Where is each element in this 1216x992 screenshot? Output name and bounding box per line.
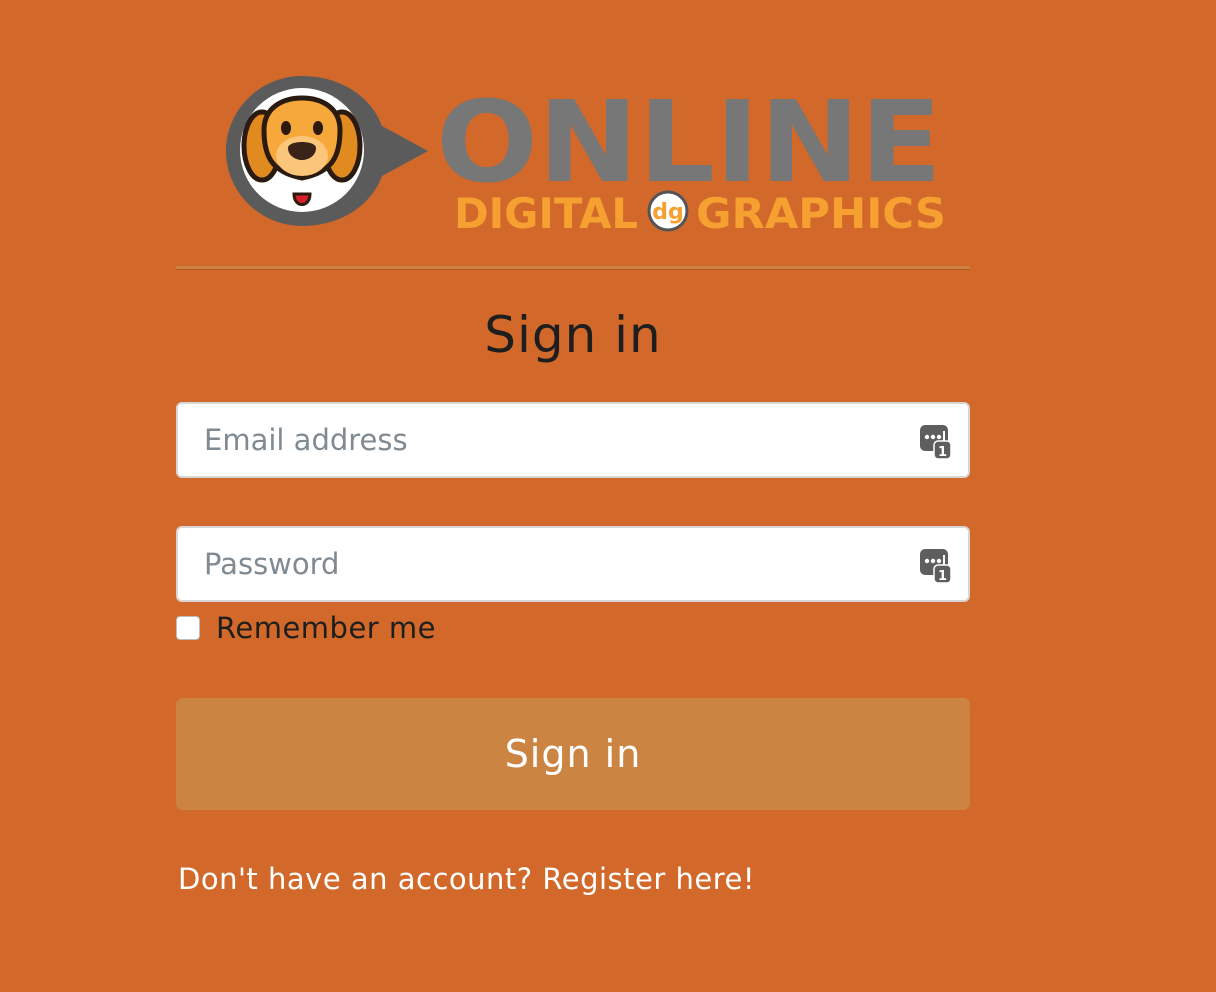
logo-badge-text: dg — [652, 200, 684, 225]
svg-text:1: 1 — [938, 445, 947, 460]
header-divider — [176, 266, 970, 270]
register-prompt: Don't have an account? Register here! — [178, 862, 755, 896]
remember-me-row[interactable]: Remember me — [176, 608, 436, 648]
password-manager-icon[interactable]: 1 — [919, 424, 951, 460]
register-link[interactable]: Register here! — [542, 862, 755, 896]
email-field[interactable] — [178, 404, 968, 476]
remember-me-label[interactable]: Remember me — [216, 611, 436, 645]
email-field-container: 1 — [176, 402, 970, 478]
password-manager-icon[interactable]: 1 — [919, 548, 951, 584]
logo-word-graphics: GRAPHICS — [696, 189, 946, 236]
remember-me-checkbox[interactable] — [176, 616, 200, 640]
brand-logo: ONLINE DIGITAL dg GRAPHICS — [222, 68, 952, 236]
register-prompt-text: Don't have an account? — [178, 862, 543, 896]
page-title: Sign in — [484, 306, 662, 364]
sign-in-page: ONLINE DIGITAL dg GRAPHICS Sign in 1 — [0, 0, 1216, 992]
password-field[interactable] — [178, 528, 968, 600]
dog-head-icon — [226, 76, 428, 226]
logo-word-digital: DIGITAL — [454, 189, 638, 236]
logo-graphic: ONLINE DIGITAL dg GRAPHICS — [226, 76, 946, 236]
svg-text:1: 1 — [938, 569, 947, 584]
password-field-container: 1 — [176, 526, 970, 602]
sign-in-button[interactable]: Sign in — [176, 698, 970, 810]
